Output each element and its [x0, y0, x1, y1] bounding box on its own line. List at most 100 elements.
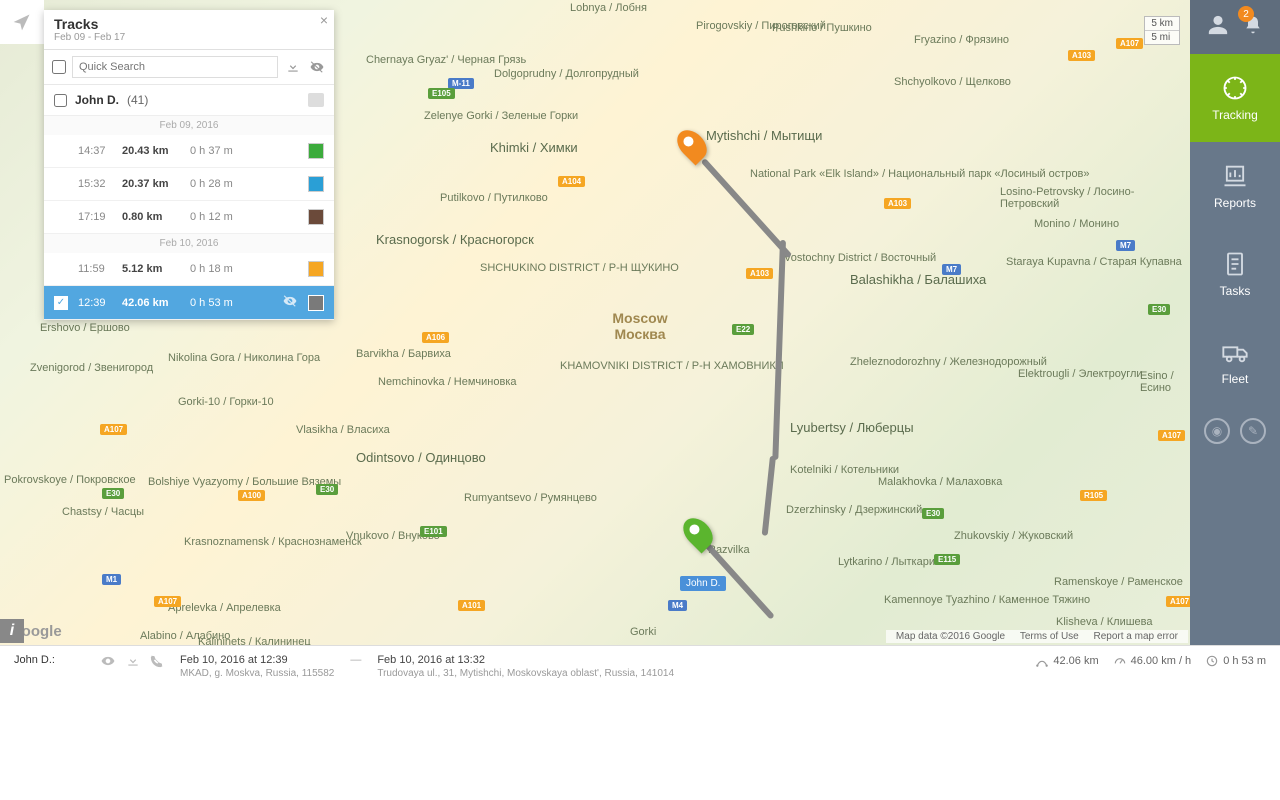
locate-button[interactable] — [0, 0, 44, 44]
map-place-label: Barvikha / Барвиха — [356, 348, 451, 360]
color-swatch[interactable] — [308, 209, 324, 225]
tracks-title: Tracks — [54, 16, 324, 32]
map-place-label: Elektrougli / Электроугли — [1018, 368, 1143, 380]
road-badge: E30 — [102, 488, 124, 499]
download-icon[interactable] — [284, 58, 302, 76]
no-call-icon[interactable] — [150, 654, 164, 671]
map-place-label: Staraya Kupavna / Старая Купавна — [1006, 256, 1182, 268]
road-badge: M4 — [668, 600, 687, 611]
map-place-label: Malakhovka / Малаховка — [878, 476, 1002, 488]
report-error-link[interactable]: Report a map error — [1094, 631, 1178, 642]
date-separator: Feb 10, 2016 — [44, 234, 334, 253]
route-segment — [772, 240, 786, 460]
trip-start-block: Feb 10, 2016 at 12:39 MKAD, g. Moskva, R… — [180, 654, 334, 679]
map-scale: 5 km 5 mi — [1144, 16, 1180, 45]
track-row[interactable]: ✓ 12:3942.06 km0 h 53 m — [44, 286, 334, 320]
map-place-label: Fryazino / Фрязино — [914, 34, 1009, 46]
owner-checkbox[interactable] — [54, 94, 67, 107]
map-place-label: Zheleznodorozhny / Железнодорожный — [850, 356, 1047, 368]
map-place-label: Balashikha / Балашиха — [850, 272, 986, 287]
road-badge: E22 — [732, 324, 754, 335]
track-row[interactable]: 17:190.80 km0 h 12 m — [44, 201, 334, 234]
map-place-label: Zelenye Gorki / Зеленые Горки — [424, 110, 578, 122]
owner-name: John D. — [75, 93, 119, 107]
map-place-label: Bolshiye Vyazyomy / Большие Вяземы — [148, 476, 341, 488]
track-row[interactable]: 14:3720.43 km0 h 37 m — [44, 135, 334, 168]
road-badge: A107 — [1116, 38, 1143, 49]
map-place-label: Lyubertsy / Люберцы — [790, 420, 914, 435]
track-row[interactable]: 11:595.12 km0 h 18 m — [44, 253, 334, 286]
eye-icon[interactable] — [100, 654, 116, 671]
road-badge: A100 — [238, 490, 265, 501]
tool-icons: ◉ ✎ — [1190, 406, 1280, 456]
stat-speed: 46.00 km / h — [1113, 654, 1192, 668]
dash: — — [350, 654, 361, 666]
city-moscow: Moscow Москва — [580, 310, 700, 370]
road-badge: E105 — [428, 88, 455, 99]
map-place-label: Pirogovskiy / Пироговский — [696, 20, 826, 32]
map-place-label: Ershovo / Ершово — [40, 322, 130, 334]
track-checkbox[interactable]: ✓ — [54, 296, 68, 310]
terms-link[interactable]: Terms of Use — [1020, 631, 1079, 642]
map-place-label: Aprelevka / Апрелевка — [168, 602, 281, 614]
map-user-label[interactable]: John D. — [680, 576, 726, 591]
track-row[interactable]: 15:3220.37 km0 h 28 m — [44, 168, 334, 201]
map-place-label: Krasnogorsk / Красногорск — [376, 232, 534, 247]
map-place-label: Dzerzhinsky / Дзержинский — [786, 504, 922, 516]
map-place-label: Pokrovskoye / Покровское — [4, 474, 136, 486]
bottom-detail-bar: John D.: Feb 10, 2016 at 12:39 MKAD, g. … — [0, 645, 1280, 800]
color-swatch[interactable] — [308, 176, 324, 192]
route-segment — [762, 456, 776, 536]
quick-search-input[interactable] — [72, 56, 278, 78]
road-badge: A107 — [1158, 430, 1185, 441]
right-sidebar: 2 Tracking Reports Tasks Fleet ◉ ✎ — [1190, 0, 1280, 645]
nav-tracking[interactable]: Tracking — [1190, 54, 1280, 142]
road-badge: M7 — [1116, 240, 1135, 251]
map-place-label: SHCHUKINO DISTRICT / Р-Н ЩУКИНО — [480, 262, 679, 274]
map-place-label: Shchyolkovo / Щелково — [894, 76, 1011, 88]
color-swatch[interactable] — [308, 143, 324, 159]
ruler-tool-icon[interactable]: ✎ — [1240, 418, 1266, 444]
route-segment — [701, 158, 792, 259]
nav-reports[interactable]: Reports — [1190, 142, 1280, 230]
trip-end-block: Feb 10, 2016 at 13:32 Trudovaya ul., 31,… — [377, 654, 674, 679]
map-attribution: Map data ©2016 Google Terms of Use Repor… — [886, 630, 1188, 643]
nav-tasks[interactable]: Tasks — [1190, 230, 1280, 318]
map-place-label: Mytishchi / Мытищи — [706, 128, 822, 143]
owner-count: (41) — [127, 93, 148, 107]
owner-row[interactable]: John D. (41) — [44, 85, 334, 116]
road-badge: A103 — [1068, 50, 1095, 61]
road-badge: A103 — [884, 198, 911, 209]
close-icon[interactable]: × — [320, 12, 328, 28]
map-place-label: Vostochny District / Восточный — [784, 252, 936, 264]
notification-badge: 2 — [1238, 6, 1254, 22]
geofence-tool-icon[interactable]: ◉ — [1204, 418, 1230, 444]
select-all-checkbox[interactable] — [52, 60, 66, 74]
map-place-label: Lytkarino / Лыткарино — [838, 556, 947, 568]
color-swatch[interactable] — [308, 261, 324, 277]
top-icons: 2 — [1190, 0, 1280, 54]
info-icon[interactable]: i — [0, 619, 24, 643]
map-place-label: National Park «Elk Island» / Национальны… — [750, 168, 1090, 180]
date-separator: Feb 09, 2016 — [44, 116, 334, 135]
road-badge: E30 — [316, 484, 338, 495]
download-icon[interactable] — [126, 654, 140, 671]
road-badge: A104 — [558, 176, 585, 187]
map-place-label: Nemchinovka / Немчиновка — [378, 376, 517, 388]
road-badge: A107 — [100, 424, 127, 435]
search-row — [44, 50, 334, 85]
nav-fleet[interactable]: Fleet — [1190, 318, 1280, 406]
user-icon[interactable] — [1207, 14, 1229, 41]
chat-icon[interactable] — [308, 93, 324, 107]
road-badge: E115 — [934, 554, 960, 565]
color-swatch[interactable] — [308, 295, 324, 311]
map-place-label: Pushkino / Пушкино — [772, 22, 872, 34]
map-place-label: Zhukovskiy / Жуковский — [954, 530, 1073, 542]
road-badge: A106 — [422, 332, 449, 343]
visibility-toggle-icon[interactable] — [308, 58, 326, 76]
stat-distance: 42.06 km — [1035, 654, 1098, 668]
detail-owner: John D.: — [14, 654, 84, 666]
visibility-icon[interactable] — [282, 294, 298, 311]
map-place-label: Kotelniki / Котельники — [790, 464, 899, 476]
map-place-label: Gorki-10 / Горки-10 — [178, 396, 274, 408]
